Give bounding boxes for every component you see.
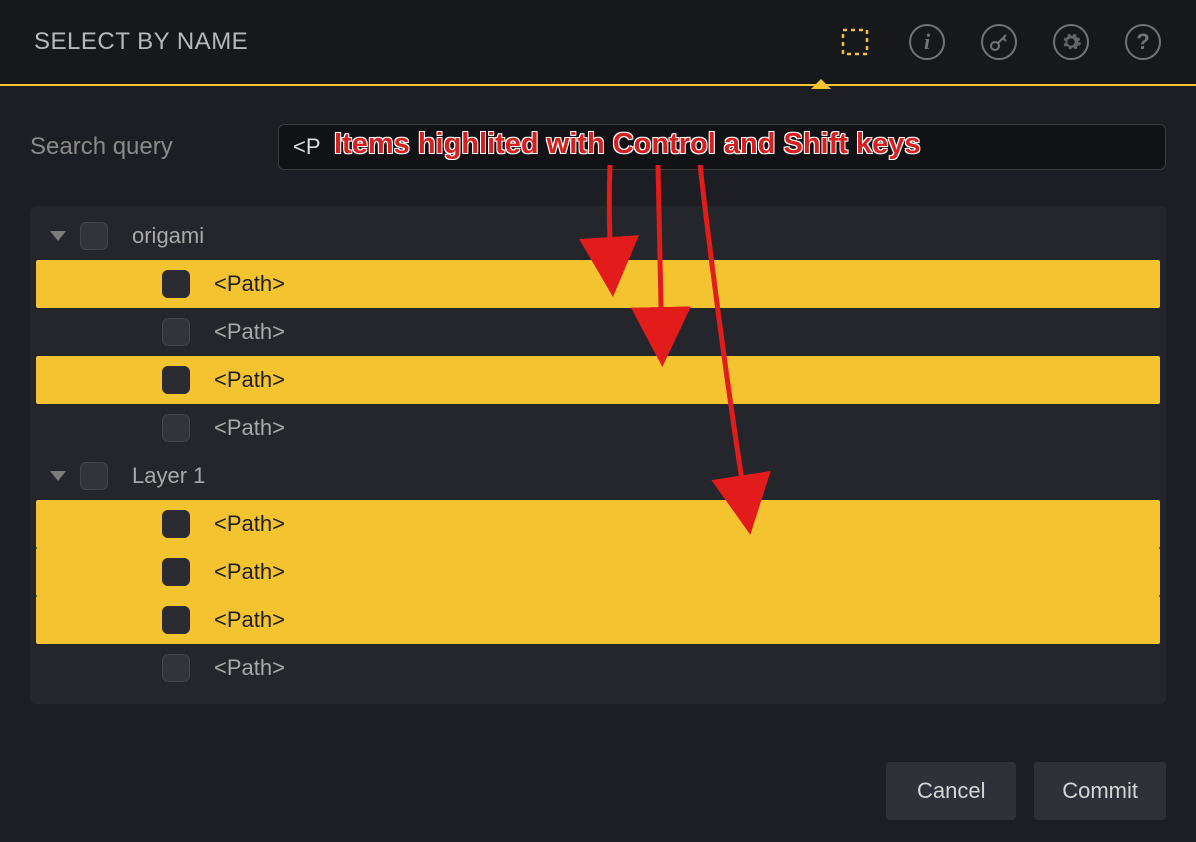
search-input[interactable]	[278, 124, 1166, 170]
item-label: <Path>	[214, 607, 285, 633]
group-label: Layer 1	[132, 463, 205, 489]
item-checkbox[interactable]	[162, 558, 190, 586]
item-checkbox[interactable]	[162, 318, 190, 346]
key-icon[interactable]	[980, 23, 1018, 61]
item-checkbox[interactable]	[162, 366, 190, 394]
item-checkbox[interactable]	[162, 270, 190, 298]
page-title: SELECT BY NAME	[34, 28, 248, 56]
tree-group-header[interactable]: Layer 1	[30, 452, 1166, 500]
search-label: Search query	[30, 133, 262, 161]
tree-panel: origami <Path> <Path> <Path> <Path> Laye…	[30, 206, 1166, 704]
cancel-button[interactable]: Cancel	[886, 762, 1016, 820]
item-label: <Path>	[214, 511, 285, 537]
item-label: <Path>	[214, 367, 285, 393]
group-checkbox[interactable]	[80, 462, 108, 490]
item-label: <Path>	[214, 319, 285, 345]
footer-buttons: Cancel Commit	[886, 762, 1166, 820]
item-label: <Path>	[214, 655, 285, 681]
tree-item[interactable]: <Path>	[30, 308, 1166, 356]
info-icon[interactable]: i	[908, 23, 946, 61]
header-bar: SELECT BY NAME i ?	[0, 0, 1196, 86]
tree-item[interactable]: <Path>	[36, 596, 1160, 644]
tree-item[interactable]: <Path>	[36, 356, 1160, 404]
tree-item[interactable]: <Path>	[36, 548, 1160, 596]
item-checkbox[interactable]	[162, 414, 190, 442]
group-checkbox[interactable]	[80, 222, 108, 250]
tree-group-header[interactable]: origami	[30, 212, 1166, 260]
item-label: <Path>	[214, 559, 285, 585]
active-tab-caret-icon	[811, 79, 831, 89]
header-icon-row: i ?	[836, 23, 1162, 61]
item-checkbox[interactable]	[162, 606, 190, 634]
tree-item[interactable]: <Path>	[30, 644, 1166, 692]
tree-item[interactable]: <Path>	[30, 404, 1166, 452]
tree-item[interactable]: <Path>	[36, 500, 1160, 548]
search-row: Search query	[30, 124, 1166, 170]
tree-item[interactable]: <Path>	[36, 260, 1160, 308]
group-label: origami	[132, 223, 204, 249]
item-checkbox[interactable]	[162, 654, 190, 682]
help-icon[interactable]: ?	[1124, 23, 1162, 61]
commit-button[interactable]: Commit	[1034, 762, 1166, 820]
chevron-down-icon[interactable]	[50, 231, 66, 241]
gear-icon[interactable]	[1052, 23, 1090, 61]
item-label: <Path>	[214, 271, 285, 297]
item-checkbox[interactable]	[162, 510, 190, 538]
body-area: Search query origami <Path> <Path> <Path…	[0, 86, 1196, 704]
chevron-down-icon[interactable]	[50, 471, 66, 481]
item-label: <Path>	[214, 415, 285, 441]
selection-marquee-icon[interactable]	[836, 23, 874, 61]
